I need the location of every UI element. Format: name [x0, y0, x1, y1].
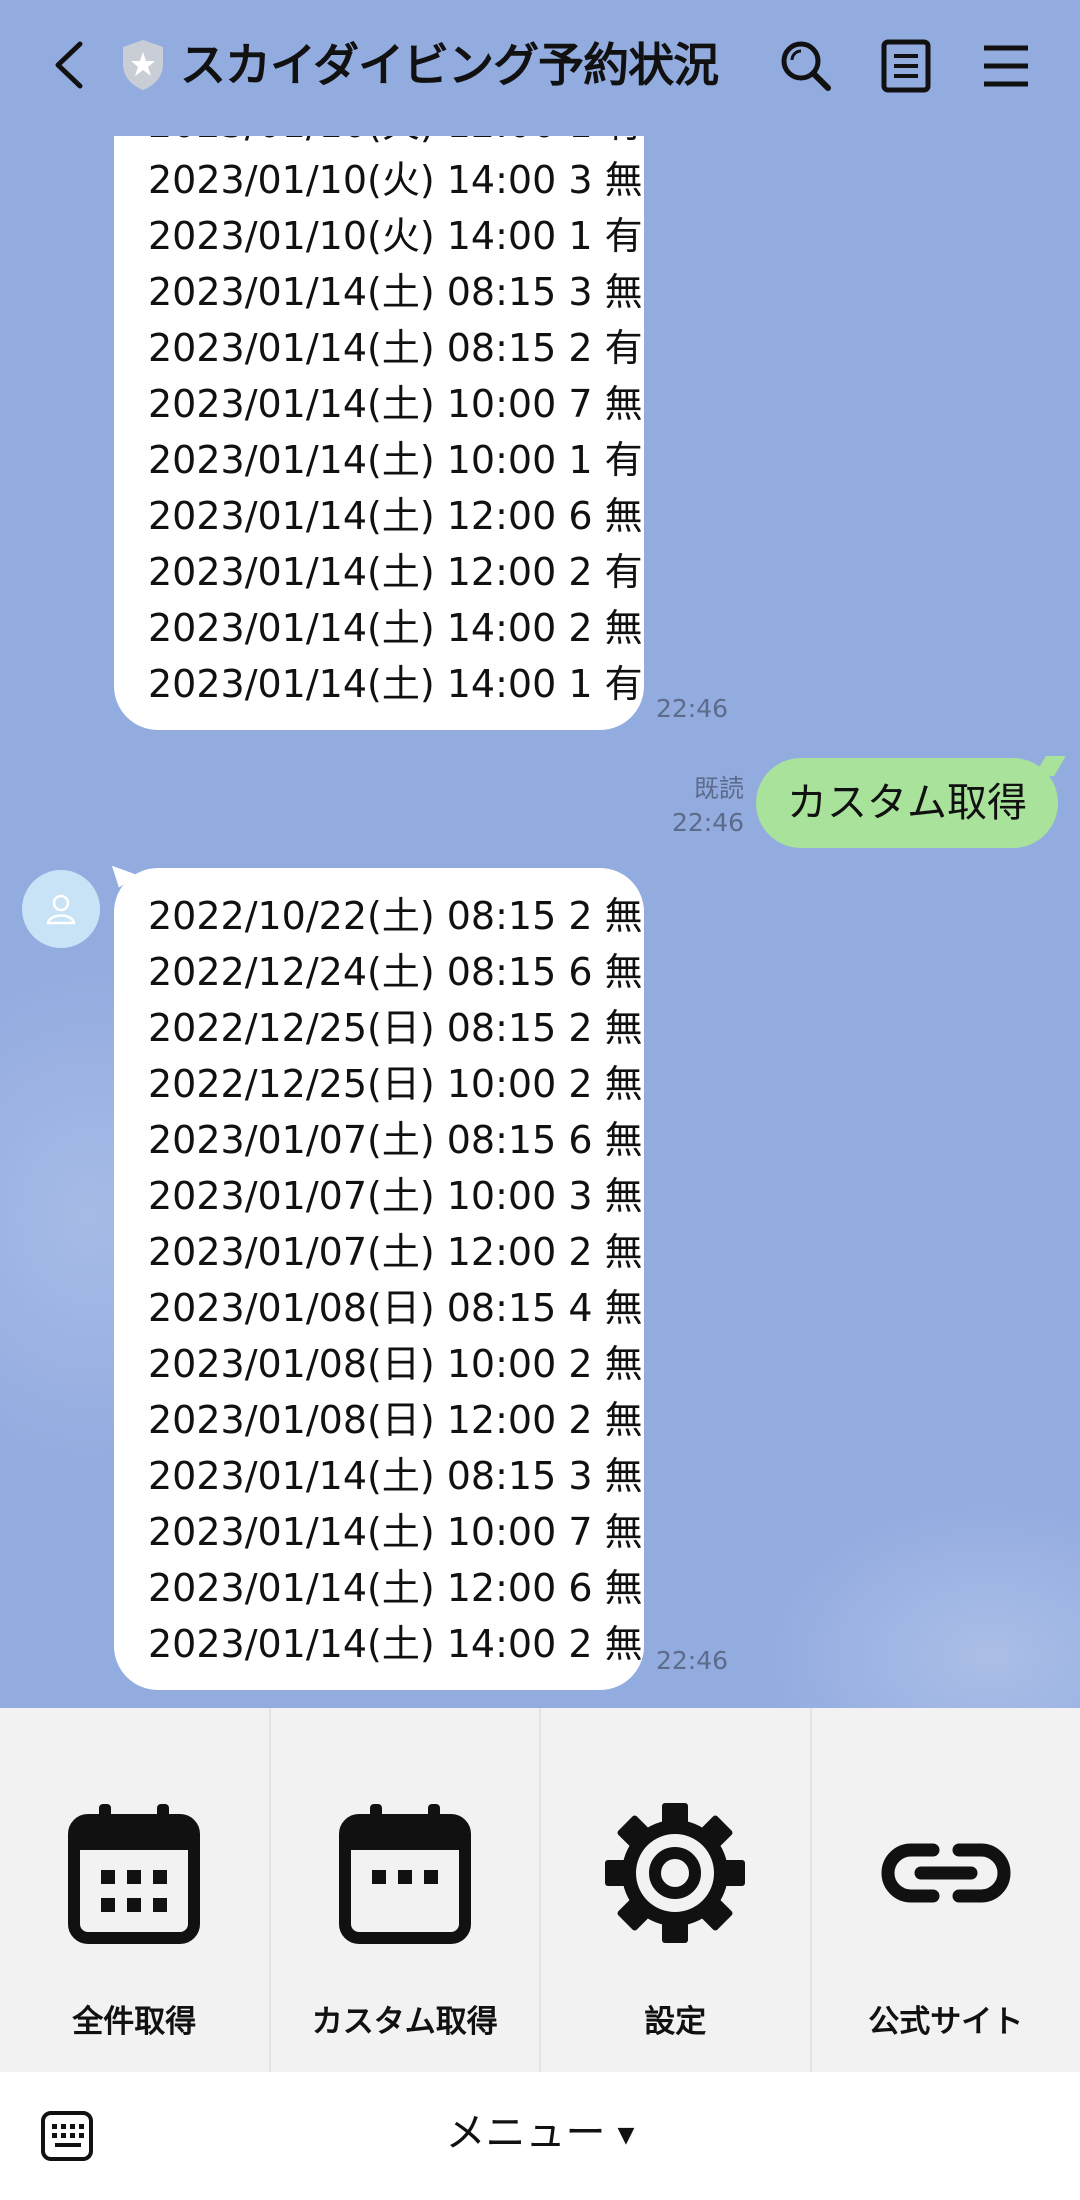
richmenu-label: 設定 — [644, 2004, 707, 2040]
back-arrow-icon[interactable] — [40, 30, 100, 100]
message-line: 2023/01/14(土) 12:00 6 無 — [148, 494, 643, 538]
message-time: 22:46 — [671, 808, 744, 837]
background-cloud — [760, 1496, 1080, 1708]
message-line: 2022/12/25(日) 08:15 2 無 — [148, 1006, 643, 1050]
message-line: 2023/01/14(土) 10:00 7 無 — [148, 382, 643, 426]
calendar-custom-icon — [338, 1804, 471, 1944]
menu-toggle-label: メニュー — [445, 2110, 606, 2156]
message-line: 2023/01/07(土) 10:00 3 無 — [148, 1174, 643, 1218]
message-line: 2023/01/14(土) 08:15 2 有 — [148, 326, 643, 370]
read-receipt: 既読 22:46 — [660, 772, 744, 840]
message-line: 2023/01/14(土) 10:00 7 無 — [148, 1510, 643, 1554]
richmenu-official-site-button[interactable]: 公式サイト — [812, 1708, 1080, 2072]
richmenu-custom-fetch-button[interactable]: カスタム取得 — [271, 1708, 541, 2072]
message-line: 2023/01/14(土) 12:00 2 有 — [148, 550, 643, 594]
message-line: 2023/01/14(土) 08:15 3 無 — [148, 270, 643, 314]
message-line: 2022/12/24(土) 08:15 6 無 — [148, 950, 643, 994]
richmenu-all-fetch-button[interactable]: 全件取得 — [0, 1708, 271, 2072]
message-line: 2023/01/08(日) 08:15 4 無 — [148, 1286, 643, 1330]
richmenu-settings-button[interactable]: 設定 — [541, 1708, 812, 2072]
message-line: 2023/01/07(土) 08:15 6 無 — [148, 1118, 643, 1162]
message-text: 2023/01/10(火) 12:00 1 有 2023/01/10(火) 14:… — [148, 136, 643, 712]
message-time: 22:46 — [656, 1646, 729, 1675]
sent-message-bubble[interactable]: カスタム取得 — [756, 758, 1058, 848]
gear-icon — [605, 1803, 746, 1943]
richmenu-label: 公式サイト — [868, 2004, 1024, 2040]
read-label: 既読 — [693, 774, 744, 803]
bot-avatar[interactable] — [22, 870, 100, 948]
message-line: 2022/10/22(土) 08:15 2 無 — [148, 894, 643, 938]
verified-shield-icon — [123, 40, 163, 90]
message-line: 2023/01/10(火) 12:00 1 有 — [148, 136, 643, 152]
bottom-bar: メニュー ▼ — [0, 2072, 1080, 2200]
richmenu-label: カスタム取得 — [311, 2004, 498, 2040]
message-time: 22:46 — [656, 694, 729, 723]
chat-header: スカイダイビング予約状況 — [0, 0, 1080, 136]
message-line: 2023/01/14(土) 14:00 1 有 — [148, 662, 643, 706]
person-icon — [46, 894, 76, 925]
chat-title: スカイダイビング予約状況 — [180, 38, 719, 92]
chat-area[interactable]: 2023/01/10(火) 12:00 1 有 2023/01/10(火) 14:… — [0, 136, 1080, 1708]
search-icon[interactable] — [776, 36, 836, 96]
rich-menu-toggle[interactable]: メニュー ▼ — [0, 2100, 1080, 2158]
message-line: 2023/01/08(日) 12:00 2 無 — [148, 1398, 643, 1442]
received-message-bubble[interactable]: 2023/01/10(火) 12:00 1 有 2023/01/10(火) 14:… — [114, 136, 644, 730]
message-line: 2023/01/14(土) 10:00 1 有 — [148, 438, 643, 482]
message-line: 2023/01/14(土) 14:00 2 無 — [148, 606, 643, 650]
message-line: 2023/01/14(土) 12:00 6 無 — [148, 1566, 643, 1610]
rich-menu: 全件取得 カスタム取得 設定 公式サイト — [0, 1708, 1080, 2072]
message-line: 2023/01/14(土) 14:00 2 無 — [148, 1622, 643, 1666]
message-line: 2022/12/25(日) 10:00 2 無 — [148, 1062, 643, 1106]
message-line: 2023/01/10(火) 14:00 3 無 — [148, 158, 643, 202]
link-icon — [881, 1843, 1011, 1903]
received-message-bubble[interactable]: 2022/10/22(土) 08:15 2 無 2022/12/24(土) 08:… — [114, 868, 644, 1690]
hamburger-menu-icon[interactable] — [976, 36, 1036, 96]
message-line: 2023/01/07(土) 12:00 2 無 — [148, 1230, 643, 1274]
message-line: 2023/01/10(火) 14:00 1 有 — [148, 214, 643, 258]
message-text: 2022/10/22(土) 08:15 2 無 2022/12/24(土) 08:… — [148, 888, 643, 1672]
caret-down-icon: ▼ — [617, 2122, 635, 2148]
message-line: 2023/01/14(土) 08:15 3 無 — [148, 1454, 643, 1498]
message-line: 2023/01/08(日) 10:00 2 無 — [148, 1342, 643, 1386]
calendar-full-icon — [68, 1804, 201, 1944]
richmenu-label: 全件取得 — [72, 2004, 197, 2040]
notes-icon[interactable] — [876, 36, 936, 96]
